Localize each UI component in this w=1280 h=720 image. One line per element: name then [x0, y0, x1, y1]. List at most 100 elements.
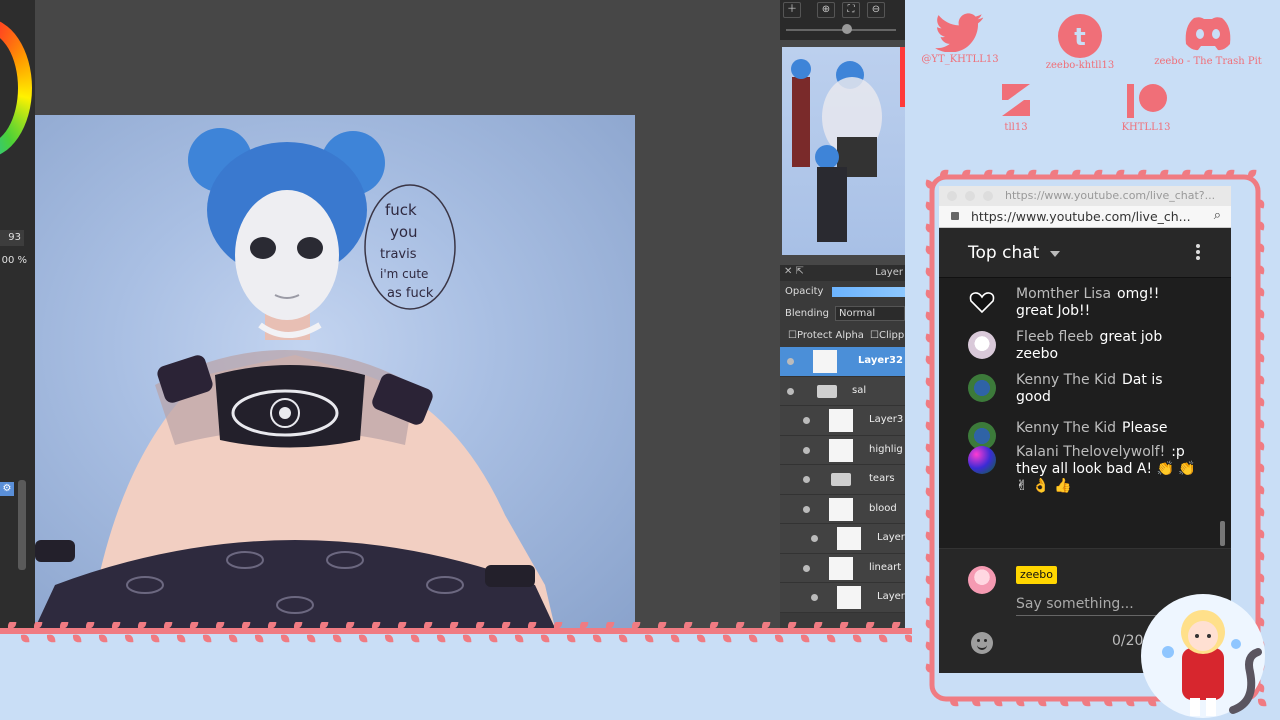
zoom-in-icon[interactable]: ＋: [783, 2, 801, 18]
leaf-decoration: [306, 634, 316, 643]
discord-handle: zeebo - The Trash Pit: [1154, 56, 1262, 67]
window-minimize-icon[interactable]: [965, 191, 975, 201]
chat-scrollbar[interactable]: [1220, 521, 1225, 546]
chat-avatar: [968, 446, 996, 474]
layer-row[interactable]: lineart: [780, 553, 905, 583]
layer-folder-row[interactable]: sal: [780, 376, 905, 406]
navigator-preview[interactable]: [782, 47, 905, 255]
zoom-out-icon[interactable]: ⊖: [867, 2, 885, 18]
visibility-eye-icon[interactable]: [787, 358, 794, 365]
more-options-icon[interactable]: [1195, 242, 1201, 262]
layer-thumbnail: [829, 438, 853, 462]
leaf-decoration: [904, 634, 912, 643]
chat-messages: Momther Lisa omg!! great Job!! Fleeb fleeb…: [939, 278, 1231, 548]
layer-folder-row[interactable]: tears: [780, 465, 905, 495]
layer-name: blood: [869, 502, 897, 514]
layer-row[interactable]: blood: [780, 494, 905, 524]
visibility-eye-icon[interactable]: [787, 387, 794, 395]
chat-message-text: Kenny The Kid Please: [1016, 420, 1196, 437]
layer-thumbnail: [829, 497, 853, 521]
window-maximize-icon[interactable]: [983, 191, 993, 201]
social-ko[interactable]: tll13: [951, 80, 1081, 133]
opacity-row: Opacity: [780, 281, 905, 303]
close-icon[interactable]: ✕ ⇱: [784, 266, 804, 277]
chat-author: Kalani Thelovelywolf!: [1016, 444, 1166, 460]
chat-author: Kenny The Kid: [1016, 372, 1117, 388]
social-discord[interactable]: zeebo - The Trash Pit: [1143, 14, 1273, 67]
address-url[interactable]: https://www.youtube.com/live_ch...: [971, 209, 1191, 224]
layer-list: Layer32 sal Layer3 highlig tears blood Layer li…: [780, 347, 905, 613]
navigator-zoom-slider[interactable]: [780, 20, 905, 40]
speech-line-3: travis: [380, 247, 417, 262]
leaf-decoration: [176, 634, 186, 643]
layer-row[interactable]: highlig: [780, 435, 905, 465]
leaf-decoration: [72, 634, 82, 643]
leaf-decoration: [46, 634, 56, 643]
social-tumblr[interactable]: t zeebo-khtll13: [1015, 14, 1145, 71]
opacity-label: Opacity: [785, 286, 824, 297]
left-tool-panel: 93 00 % ⚙: [0, 0, 35, 628]
brush-size-value[interactable]: 93: [0, 230, 24, 246]
kofi-icon: [1002, 84, 1030, 116]
layer-name: sal: [852, 384, 867, 396]
visibility-eye-icon[interactable]: [811, 594, 818, 601]
layer-name: lineart: [869, 561, 902, 573]
twitter-icon: [935, 13, 984, 52]
window-close-icon[interactable]: [947, 191, 957, 201]
visibility-eye-icon[interactable]: [803, 446, 810, 454]
layer-row[interactable]: Layer: [780, 524, 905, 554]
social-patreon[interactable]: KHTLL13: [1081, 82, 1211, 133]
paint-app-capture: 93 00 % ⚙ fuck you travis i'm cute as fu…: [0, 0, 905, 628]
lock-icon: [951, 212, 959, 220]
color-wheel[interactable]: [0, 18, 32, 158]
layer-row[interactable]: Layer: [780, 583, 905, 613]
leaf-decoration: [540, 634, 550, 643]
leaf-decoration: [98, 634, 108, 643]
opacity-slider[interactable]: [832, 287, 905, 297]
social-twitter[interactable]: @YT_KHTLL13: [895, 12, 1025, 65]
leaf-decoration: [254, 634, 264, 643]
speech-line-4: i'm cute: [380, 267, 428, 281]
zoom-in-icon[interactable]: ⊕: [817, 2, 835, 18]
clipping-checkbox[interactable]: ☐Clipp: [870, 330, 904, 341]
speech-line-5: as fuck: [387, 286, 434, 301]
brush-opacity-value: 00 %: [1, 255, 27, 266]
navigator-thumbnail: [791, 47, 905, 242]
leaf-decoration: [748, 634, 758, 643]
leaf-decoration: [514, 634, 524, 643]
patreon-icon: [1127, 84, 1167, 118]
address-bar[interactable]: https://www.youtube.com/live_ch... ⌕: [939, 206, 1231, 228]
visibility-eye-icon[interactable]: [811, 535, 818, 542]
blending-select[interactable]: Normal: [835, 306, 905, 321]
leaf-decoration: [878, 634, 888, 643]
layer-row[interactable]: Layer3: [780, 406, 905, 436]
search-icon[interactable]: ⌕: [1214, 208, 1221, 223]
layer-name: Layer: [877, 532, 905, 543]
fit-screen-icon[interactable]: ⛶: [842, 2, 860, 18]
emoji-icon[interactable]: [971, 632, 993, 654]
leaf-decoration: [358, 634, 368, 643]
left-panel-scrollbar[interactable]: [18, 480, 26, 570]
leaf-decoration: [800, 634, 810, 643]
visibility-eye-icon[interactable]: [803, 417, 810, 424]
leaf-decoration: [670, 634, 680, 643]
chat-message-body: Please: [1122, 420, 1168, 436]
leaf-decoration: [202, 634, 212, 643]
layer-row[interactable]: Layer32: [780, 347, 905, 377]
ko-handle: tll13: [1004, 122, 1028, 133]
leaf-decoration: [826, 634, 836, 643]
blending-row: Blending Normal: [780, 303, 905, 325]
chat-avatar: [968, 331, 996, 359]
blending-label: Blending: [785, 308, 829, 319]
canvas-area[interactable]: fuck you travis i'm cute as fuck: [35, 0, 812, 628]
visibility-eye-icon[interactable]: [803, 476, 810, 483]
leaf-decoration: [228, 634, 238, 643]
chat-message-text: Kalani Thelovelywolf!:p they all look ba…: [1016, 444, 1196, 495]
chat-mode-title[interactable]: Top chat: [968, 243, 1039, 263]
visibility-eye-icon[interactable]: [803, 505, 810, 513]
artwork-canvas[interactable]: fuck you travis i'm cute as fuck: [35, 115, 635, 628]
protect-alpha-checkbox[interactable]: ☐Protect Alpha: [788, 330, 864, 341]
gear-icon[interactable]: ⚙: [0, 482, 14, 496]
visibility-eye-icon[interactable]: [803, 564, 810, 572]
chevron-down-icon[interactable]: [1050, 251, 1060, 257]
